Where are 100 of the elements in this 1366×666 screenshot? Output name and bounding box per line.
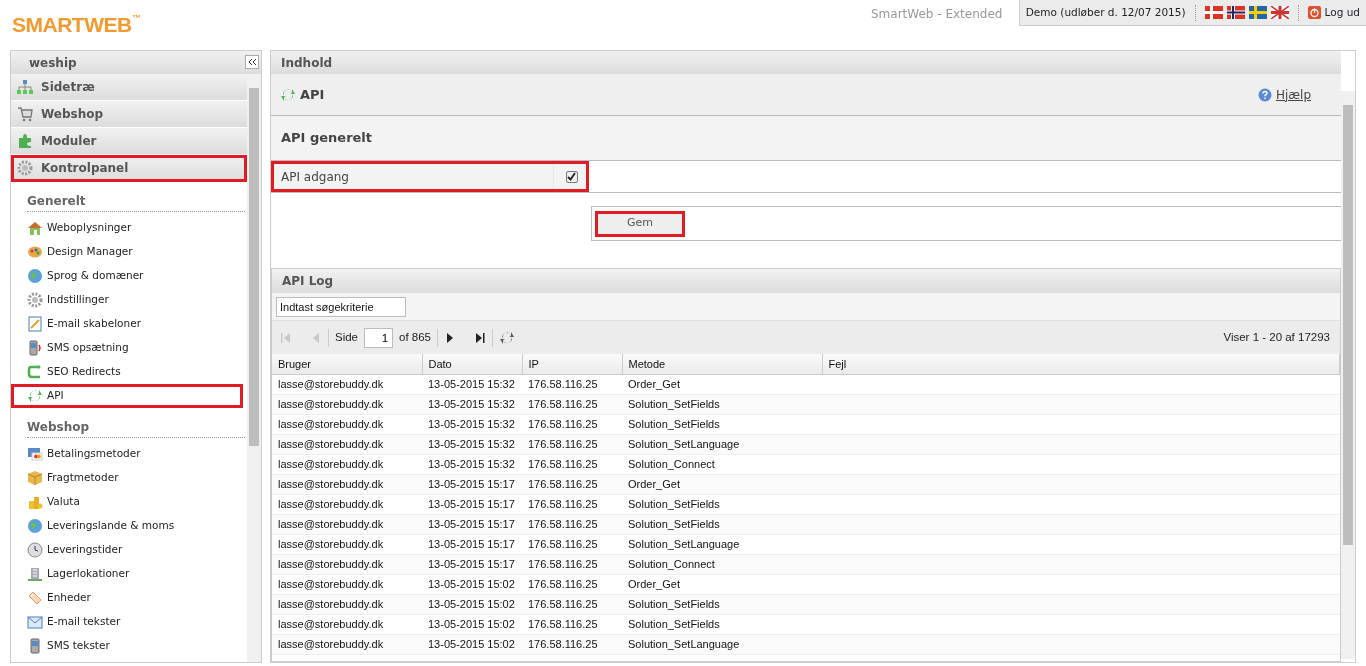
table-cell: 176.58.116.25 [522,554,622,574]
nav-link[interactable]: Leveringstider [11,538,243,562]
table-cell: 176.58.116.25 [522,594,622,614]
account-label: Demo (udløber d. 12/07 2015) [1025,4,1186,20]
nav-link[interactable]: SEO Redirects [11,360,243,384]
group-heading: Webshop [27,418,245,438]
cart-icon [17,106,33,122]
coins-icon [27,494,43,510]
table-cell: Order_Get [622,574,822,594]
nav-link[interactable]: Fragtmetoder [11,466,243,490]
puzzle-icon [17,133,33,149]
table-cell: Order_Get [622,474,822,494]
nav-link[interactable]: SMS opsætning [11,336,243,360]
table-cell: lasse@storebuddy.dk [272,434,422,454]
nav-link[interactable]: E-mail tekster [11,610,243,634]
table-cell: 13-05-2015 15:32 [422,434,522,454]
table-cell: 176.58.116.25 [522,574,622,594]
table-cell: lasse@storebuddy.dk [272,594,422,614]
table-cell: lasse@storebuddy.dk [272,474,422,494]
sidebar-title: weship [29,54,77,72]
tag-icon [27,590,43,606]
table-cell: 13-05-2015 15:02 [422,634,522,654]
phone-icon [27,340,43,356]
nav-link[interactable]: Enheder [11,586,243,610]
document-icon [27,316,43,332]
collapse-button[interactable] [245,55,259,69]
help-link[interactable]: Hjælp [1275,85,1311,104]
page-count: of 865 [399,329,431,345]
table-cell: 13-05-2015 15:17 [422,534,522,554]
column-header[interactable]: Dato [422,354,522,374]
page-label: Side [335,329,359,345]
gear-icon [27,292,43,308]
nav-link[interactable]: Sprog & domæner [11,264,243,288]
table-cell: 176.58.116.25 [522,614,622,634]
column-header[interactable]: Fejl [822,354,1340,374]
nav-link[interactable]: Lagerlokationer [11,562,243,586]
table-cell: Solution_SetFields [622,514,822,534]
denmark-flag-icon[interactable] [1204,6,1223,19]
column-header[interactable]: Metode [622,354,822,374]
nav-link[interactable]: Valuta [11,490,243,514]
scrollbar[interactable] [247,74,261,662]
table-cell: lasse@storebuddy.dk [272,454,422,474]
arrow-icon [27,364,43,380]
table-cell: 176.58.116.25 [522,414,622,434]
cycle-arrows-icon [27,388,43,404]
sidebar-section[interactable]: Moduler [11,128,247,155]
sitemap-icon [17,79,33,95]
last-page-button[interactable] [474,330,486,345]
sidebar-section[interactable]: Kontrolpanel [11,155,247,182]
table-cell: lasse@storebuddy.dk [272,614,422,634]
table-cell: 13-05-2015 15:02 [422,594,522,614]
table-cell: Solution_SetFields [622,494,822,514]
table-cell: 13-05-2015 15:17 [422,514,522,534]
checkbox[interactable] [565,170,578,183]
table-cell: lasse@storebuddy.dk [272,514,422,534]
table-cell: 13-05-2015 15:17 [422,474,522,494]
sidebar-section[interactable]: Sidetræ [11,74,247,101]
nav-link[interactable]: Betalingsmetoder [11,442,243,466]
table-cell: 13-05-2015 15:17 [422,494,522,514]
table-cell: 13-05-2015 15:32 [422,394,522,414]
logout-button[interactable]: Log ud [1307,4,1360,21]
table-cell: 176.58.116.25 [522,394,622,414]
table-cell: Solution_Connect [622,554,822,574]
table-cell: 13-05-2015 15:02 [422,574,522,594]
save-button[interactable]: Gem [597,212,683,235]
uk-flag-icon[interactable] [1270,6,1289,19]
nav-link[interactable]: E-mail skabeloner [11,312,243,336]
box-icon [27,470,43,486]
table-cell: Solution_SetLanguage [622,434,822,454]
nav-link[interactable]: Indstillinger [11,288,243,312]
house-icon [27,220,43,236]
table-cell: 176.58.116.25 [522,454,622,474]
table-cell: lasse@storebuddy.dk [272,634,422,654]
nav-link[interactable]: SMS tekster [11,634,243,658]
nav-link[interactable]: API [11,384,243,408]
page-field[interactable]: 1 [364,327,394,348]
nav-link[interactable]: Weboplysninger [11,216,243,240]
column-header[interactable]: IP [522,354,622,374]
envelope-icon [27,614,43,630]
nav-link[interactable]: Design Manager [11,240,243,264]
section-title: API generelt [281,129,373,148]
norway-flag-icon[interactable] [1226,6,1245,19]
sidebar-section[interactable]: Webshop [11,101,247,128]
gear-icon [17,160,33,176]
sweden-flag-icon[interactable] [1248,6,1267,19]
page-title: API [300,85,325,104]
card-icon [27,446,43,462]
column-header[interactable]: Bruger [272,354,422,374]
table-cell: 176.58.116.25 [522,374,622,394]
table-cell: 13-05-2015 15:32 [422,414,522,434]
panel-title: Indhold [281,54,333,72]
table-cell: 176.58.116.25 [522,514,622,534]
record-summary: Viser 1 - 20 af 17293 [1223,329,1330,345]
table-cell: 176.58.116.25 [522,474,622,494]
help-icon [1257,87,1272,102]
table-cell: 13-05-2015 15:32 [422,454,522,474]
double-chevron-icon [247,58,257,66]
scrollbar[interactable] [1341,91,1355,659]
nav-link[interactable]: Leveringslande & moms [11,514,243,538]
search-field[interactable]: Indtast søgekriterie [276,296,406,317]
